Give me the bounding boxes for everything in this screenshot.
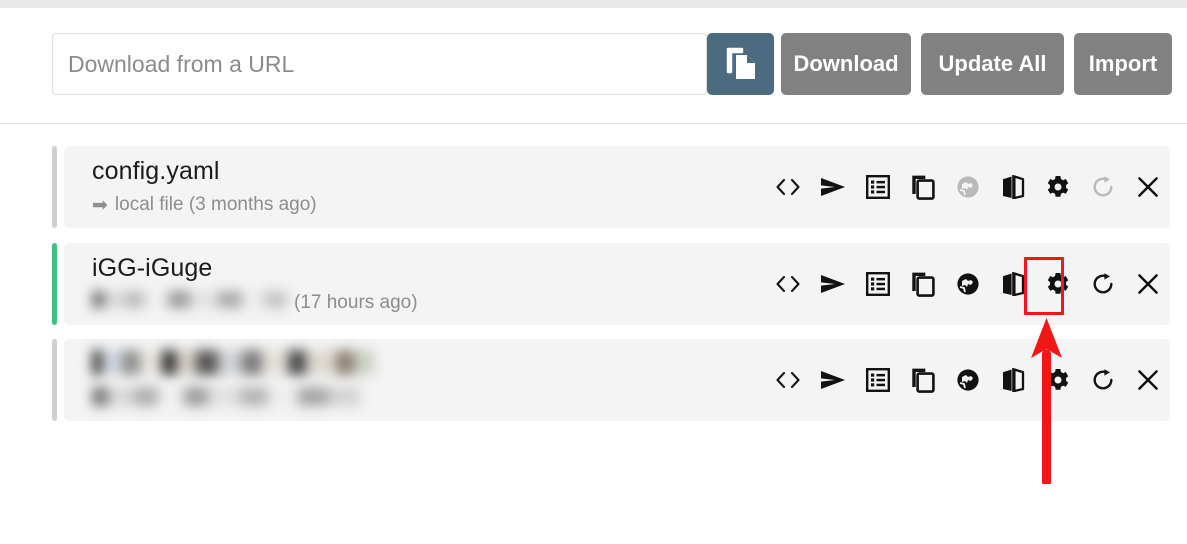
arrow-right-icon: ➡ <box>92 194 108 216</box>
refresh-icon[interactable] <box>1080 243 1125 325</box>
redacted-title <box>92 350 374 382</box>
close-icon[interactable] <box>1125 339 1170 421</box>
row-status-accent <box>52 243 57 325</box>
row-subtitle <box>92 387 360 412</box>
row-title: iGG-iGuge <box>92 254 213 282</box>
row-subtitle-text: local file (3 months ago) <box>114 194 317 215</box>
copy-icon[interactable] <box>900 146 945 228</box>
app-root: Download Update All Import config.yaml ➡… <box>0 0 1187 544</box>
code-icon[interactable] <box>765 243 810 325</box>
copy-icon[interactable] <box>900 243 945 325</box>
copy-icon[interactable] <box>900 339 945 421</box>
url-input[interactable] <box>52 33 707 95</box>
row-card: config.yaml ➡ local file (3 months ago) <box>64 146 1170 228</box>
row-subtitle: (17 hours ago) <box>92 291 418 314</box>
download-button[interactable]: Download <box>781 33 911 95</box>
row-action-icons <box>765 243 1170 325</box>
table-row[interactable]: iGG-iGuge (17 hours ago) <box>52 243 1170 325</box>
list-icon[interactable] <box>855 146 900 228</box>
list-icon[interactable] <box>855 243 900 325</box>
redacted-subtitle <box>92 387 360 412</box>
row-action-icons <box>765 146 1170 228</box>
table-row[interactable]: config.yaml ➡ local file (3 months ago) <box>52 146 1170 228</box>
import-button[interactable]: Import <box>1074 33 1172 95</box>
gear-icon[interactable] <box>1035 339 1080 421</box>
translate-icon[interactable] <box>990 339 1035 421</box>
header-toolbar: Download Update All Import <box>0 8 1187 124</box>
row-title: config.yaml <box>92 157 220 185</box>
gear-icon[interactable] <box>1035 243 1080 325</box>
row-subtitle: ➡ local file (3 months ago) <box>92 194 317 216</box>
refresh-icon[interactable] <box>1080 146 1125 228</box>
top-strip <box>0 0 1187 8</box>
close-icon[interactable] <box>1125 243 1170 325</box>
update-all-button[interactable]: Update All <box>921 33 1064 95</box>
row-status-accent <box>52 339 57 421</box>
send-icon[interactable] <box>810 243 855 325</box>
row-timestamp: (17 hours ago) <box>294 291 418 313</box>
gear-icon[interactable] <box>1035 146 1080 228</box>
row-card <box>64 339 1170 421</box>
globe-icon[interactable] <box>945 146 990 228</box>
paste-icon <box>724 46 758 82</box>
translate-icon[interactable] <box>990 243 1035 325</box>
row-action-icons <box>765 339 1170 421</box>
code-icon[interactable] <box>765 146 810 228</box>
globe-icon[interactable] <box>945 339 990 421</box>
send-icon[interactable] <box>810 339 855 421</box>
globe-icon[interactable] <box>945 243 990 325</box>
redacted-subtitle <box>92 291 287 314</box>
translate-icon[interactable] <box>990 146 1035 228</box>
table-row[interactable] <box>52 339 1170 421</box>
paste-button[interactable] <box>707 33 774 95</box>
send-icon[interactable] <box>810 146 855 228</box>
close-icon[interactable] <box>1125 146 1170 228</box>
row-title <box>92 350 374 382</box>
refresh-icon[interactable] <box>1080 339 1125 421</box>
list-icon[interactable] <box>855 339 900 421</box>
row-status-accent <box>52 146 57 228</box>
code-icon[interactable] <box>765 339 810 421</box>
row-card: iGG-iGuge (17 hours ago) <box>64 243 1170 325</box>
